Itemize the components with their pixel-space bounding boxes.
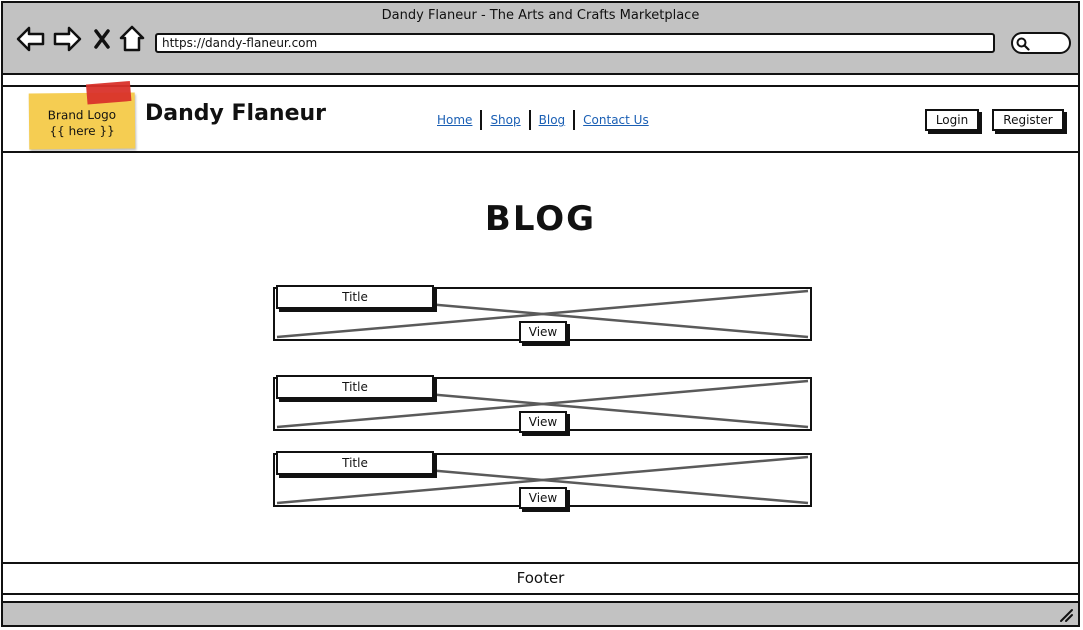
browser-toolbar: Dandy Flaneur - The Arts and Crafts Mark…: [3, 3, 1078, 75]
nav-divider: [480, 110, 483, 130]
browser-status-bar: [3, 601, 1078, 625]
blog-post-card: Title View: [273, 375, 812, 433]
logo-line1: Brand Logo: [47, 107, 117, 123]
view-post-button[interactable]: View: [519, 411, 567, 433]
blog-post-card: Title View: [273, 285, 812, 343]
nav-contact-link[interactable]: Contact Us: [579, 113, 653, 127]
post-title: Title: [276, 451, 434, 475]
nav-home-link[interactable]: Home: [433, 113, 476, 127]
nav-shop-link[interactable]: Shop: [486, 113, 524, 127]
search-icon: [1016, 37, 1030, 51]
home-icon[interactable]: [116, 23, 148, 55]
logo-line2: {{ here }}: [49, 123, 115, 139]
nav-divider: [528, 110, 531, 130]
nav-blog-link[interactable]: Blog: [535, 113, 570, 127]
search-input[interactable]: [1011, 32, 1071, 54]
close-x-icon[interactable]: [86, 23, 118, 55]
view-post-button[interactable]: View: [519, 321, 567, 343]
window-title: Dandy Flaneur - The Arts and Crafts Mark…: [381, 8, 700, 23]
forward-arrow-icon[interactable]: [51, 23, 83, 55]
view-post-button[interactable]: View: [519, 487, 567, 509]
site-header: Brand Logo {{ here }} Dandy Flaneur Home…: [3, 80, 1078, 153]
login-button[interactable]: Login: [925, 109, 979, 131]
main-nav: Home Shop Blog Contact Us: [433, 109, 653, 131]
back-arrow-icon[interactable]: [15, 23, 47, 55]
browser-window: Dandy Flaneur - The Arts and Crafts Mark…: [1, 1, 1080, 627]
post-title: Title: [276, 285, 434, 309]
site-name: Dandy Flaneur: [145, 101, 327, 126]
sticky-tape: [85, 80, 132, 105]
resize-grip-icon[interactable]: [1058, 607, 1074, 623]
address-bar[interactable]: https://dandy-flaneur.com: [155, 33, 995, 53]
page-title: BLOG: [484, 199, 597, 239]
register-button[interactable]: Register: [992, 109, 1064, 131]
brand-logo-placeholder[interactable]: Brand Logo {{ here }}: [28, 80, 136, 150]
post-title: Title: [276, 375, 434, 399]
blog-post-card: Title View: [273, 451, 812, 509]
site-footer: Footer: [3, 562, 1078, 595]
nav-divider: [573, 110, 576, 130]
